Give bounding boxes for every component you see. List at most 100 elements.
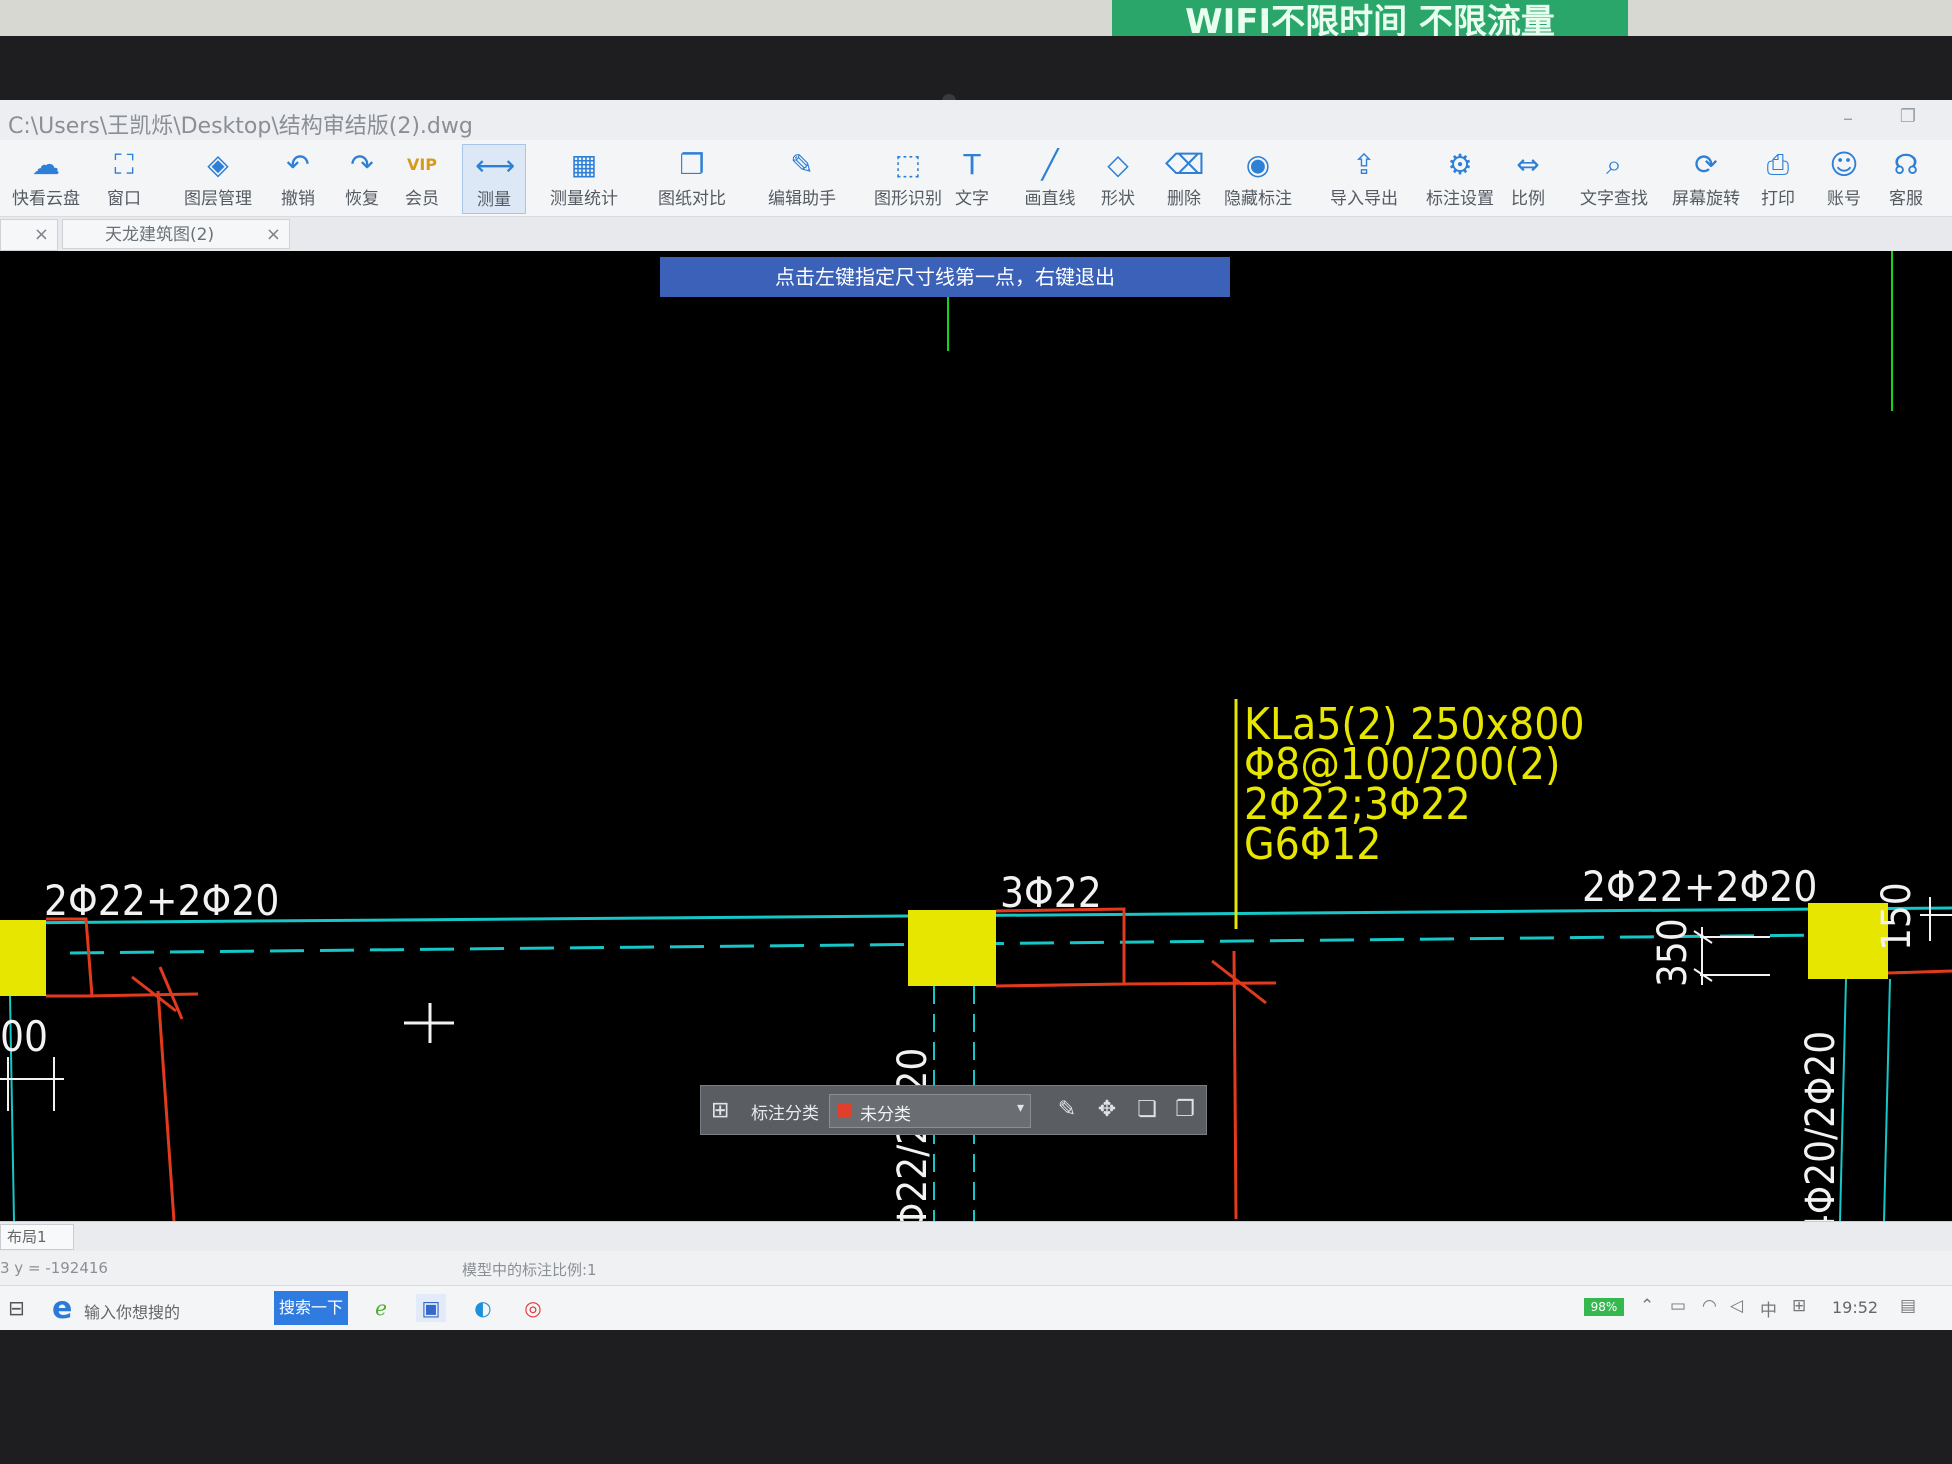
network-icon[interactable]: ▭ (1670, 1296, 1686, 1316)
measure-icon: ⟷ (475, 149, 516, 182)
tab-previous[interactable]: × (0, 219, 58, 251)
browser-icon[interactable]: ℯ (366, 1294, 396, 1322)
toolbar-button-label: 图纸对比 (658, 189, 726, 209)
toolbar-button[interactable]: ◇ 形状 (1092, 144, 1144, 212)
tab-label: 天龙建筑图(2) (105, 225, 215, 245)
chevron-up-icon[interactable]: ⌃ (1640, 1296, 1654, 1316)
toolbar-button[interactable]: ☁ 快看云盘 (6, 144, 86, 212)
toolbar-button[interactable]: ◈ 图层管理 (168, 144, 268, 212)
annotation-toolbar: ⊞ 标注分类 未分类 ▾ ✎ ✥ ❏ ❐ (700, 1085, 1207, 1135)
toolbar-button[interactable]: ◉ 隐藏标注 (1212, 144, 1304, 212)
toolbar-button[interactable]: ☺ 账号 (1818, 144, 1870, 212)
layout-bar: 布局1 (0, 1221, 1952, 1252)
compare-icon: ❐ (679, 148, 705, 181)
toolbar-button[interactable]: ⟳ 屏幕旋转 (1660, 144, 1752, 212)
toolbar-button-label: 快看云盘 (12, 189, 80, 209)
toolbar-button[interactable]: ↶ 撤销 (272, 144, 324, 212)
toolbar-button[interactable]: ⌕ 文字查找 (1568, 144, 1660, 212)
annotation-scale: 模型中的标注比例:1 (462, 1261, 597, 1279)
drawing-canvas[interactable]: KLa5(2) 250x800 Φ8@100/200(2) 2Φ22;3Φ22 … (0, 251, 1952, 1221)
edge-icon[interactable]: ◐ (468, 1294, 498, 1322)
toolbar-button[interactable]: ⟷ 测量 (462, 144, 526, 214)
minimize-button[interactable]: – (1836, 106, 1860, 130)
toolbar-button-label: 打印 (1761, 189, 1795, 209)
layout-tab[interactable]: 布局1 (0, 1224, 74, 1250)
edit-icon[interactable]: ✎ (1053, 1096, 1081, 1124)
rebar-label-middle: 3Φ22 (1000, 868, 1102, 917)
toolbar-button-label: 文字查找 (1580, 189, 1648, 209)
grid-icon[interactable]: ⊞ (711, 1098, 729, 1123)
app-icon[interactable]: ◎ (518, 1294, 548, 1322)
task-view-icon[interactable]: ⊟ (8, 1296, 25, 1320)
rotate-screen-icon: ⟳ (1694, 148, 1718, 181)
copy-icon[interactable]: ❏ (1133, 1096, 1161, 1124)
taskbar-search[interactable]: 输入你想搜的 (84, 1299, 180, 1323)
toolbar-button[interactable]: T 文字 (944, 144, 1000, 212)
text-search-icon: ⌕ (1606, 148, 1622, 181)
annotation-category-label: 标注分类 (751, 1104, 819, 1124)
chevron-down-icon: ▾ (1016, 1100, 1024, 1116)
account-icon: ☺ (1829, 148, 1859, 181)
move-icon[interactable]: ✥ (1093, 1096, 1121, 1124)
tab-drawing[interactable]: 天龙建筑图(2) × (62, 219, 290, 249)
toolbar-button[interactable]: ✎ 编辑助手 (750, 144, 854, 212)
wifi-icon[interactable]: ◠ (1702, 1296, 1717, 1316)
toolbar-button[interactable]: ⎙ 打印 (1752, 144, 1804, 212)
notification-icon[interactable]: ▤ (1900, 1296, 1916, 1316)
toolbar-button-label: 撤销 (281, 189, 315, 209)
cad-app-icon[interactable]: ▣ (416, 1294, 446, 1322)
annotation-category-select[interactable]: 未分类 ▾ (829, 1094, 1031, 1128)
toolbar-button-label: 测量统计 (550, 189, 618, 209)
toolbar-button-label: 窗口 (107, 189, 141, 209)
redo-icon: ↷ (350, 148, 374, 181)
toolbar-button[interactable]: ☊ 客服 (1880, 144, 1932, 212)
coordinate-readout: 3 y = -192416 (0, 1259, 108, 1277)
dimension-label-right: 150 (1874, 882, 1920, 951)
volume-icon[interactable]: ◁ (1730, 1296, 1743, 1316)
category-value: 未分类 (860, 1105, 911, 1125)
toolbar-button[interactable]: ❐ 图纸对比 (640, 144, 744, 212)
crosshair-cursor (404, 1003, 454, 1043)
clock[interactable]: 19:52 (1832, 1298, 1878, 1317)
battery-indicator[interactable]: 98% (1584, 1298, 1624, 1316)
paste-icon[interactable]: ❐ (1171, 1096, 1199, 1124)
toolbar-button-label: 客服 (1889, 189, 1923, 209)
annotation-settings-icon: ⚙ (1447, 148, 1473, 181)
toolbar-button[interactable]: ⇔ 比例 (1502, 144, 1554, 212)
toolbar-button[interactable]: ╱ 画直线 (1014, 144, 1086, 212)
measure-stats-icon: ▦ (570, 148, 598, 181)
toolbar-button[interactable]: ▦ 测量统计 (532, 144, 636, 212)
close-icon[interactable]: × (34, 220, 49, 250)
beam-label-line: G6Φ12 (1244, 819, 1381, 870)
maximize-button[interactable]: ❐ (1896, 106, 1920, 130)
close-icon[interactable]: × (266, 220, 281, 250)
headset-icon: ☊ (1893, 148, 1919, 181)
command-hint: 点击左键指定尺寸线第一点，右键退出 (660, 257, 1230, 297)
ime-indicator[interactable]: 中 (1760, 1296, 1777, 1321)
toolbar-button[interactable]: ⇪ 导入导出 (1312, 144, 1416, 212)
keyboard-icon[interactable]: ⊞ (1792, 1296, 1806, 1316)
toolbar-button-label: 会员 (405, 189, 439, 209)
cad-drawing: KLa5(2) 250x800 Φ8@100/200(2) 2Φ22;3Φ22 … (0, 251, 1952, 1221)
layers-icon: ◈ (207, 148, 229, 181)
toolbar-button[interactable]: ↷ 恢复 (336, 144, 388, 212)
ie-icon[interactable]: e (52, 1291, 72, 1326)
toolbar-button[interactable]: VIP 会员 (396, 144, 448, 212)
shape-icon: ◇ (1107, 148, 1129, 181)
search-button[interactable]: 搜索一下 (274, 1291, 348, 1325)
toolbar-button[interactable]: ⌫ 删除 (1158, 144, 1210, 212)
import-export-icon: ⇪ (1352, 148, 1376, 181)
toolbar-button[interactable]: ⛶ 窗口 (96, 144, 152, 212)
line-icon: ╱ (1041, 148, 1059, 181)
toolbar-button-label: 测量 (477, 190, 511, 210)
window-icon: ⛶ (114, 148, 134, 181)
vip-icon: VIP (406, 155, 438, 174)
toolbar-button-label: 形状 (1101, 189, 1135, 209)
toolbar-button-label: 屏幕旋转 (1672, 189, 1740, 209)
toolbar-button-label: 恢复 (345, 189, 379, 209)
toolbar-button[interactable]: ⚙ 标注设置 (1410, 144, 1510, 212)
column-left (0, 920, 46, 996)
beam-label: KLa5(2) 250x800 Φ8@100/200(2) 2Φ22;3Φ22 … (1244, 699, 1585, 870)
rebar-label-right: 2Φ22+2Φ20 (1582, 862, 1817, 911)
toolbar-button-label: 删除 (1167, 189, 1201, 209)
